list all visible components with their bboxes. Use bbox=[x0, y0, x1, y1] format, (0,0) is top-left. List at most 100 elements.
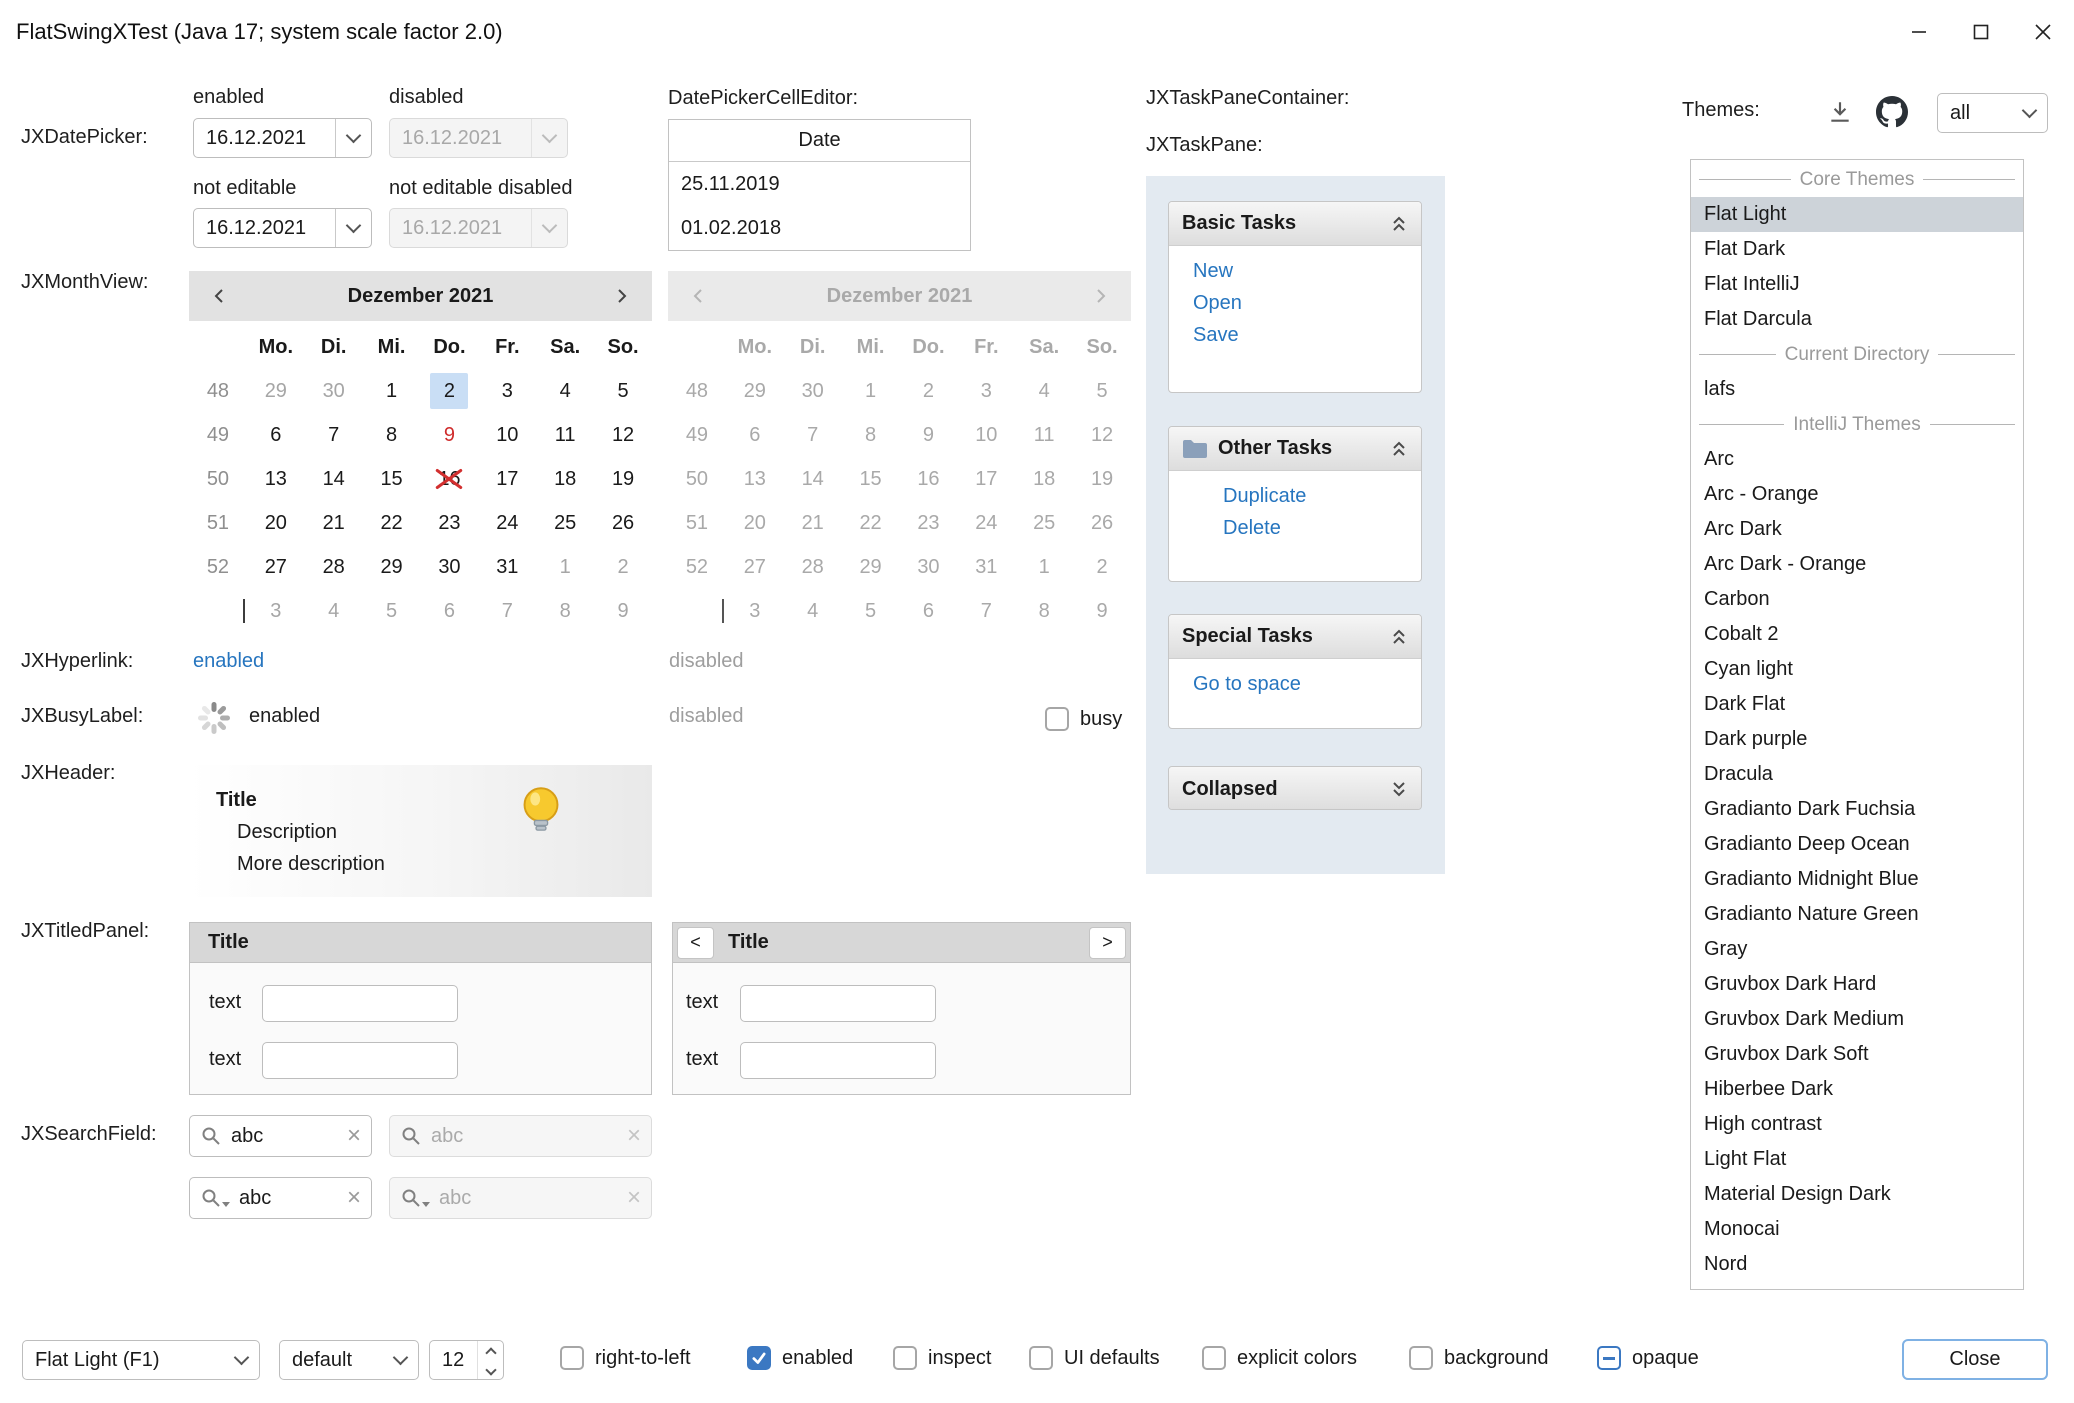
calendar-day[interactable]: 30 bbox=[421, 545, 479, 589]
calendar-day[interactable]: 13 bbox=[247, 457, 305, 501]
theme-list-item[interactable]: Gradianto Dark Fuchsia bbox=[1691, 792, 2023, 827]
calendar-day[interactable]: 8 bbox=[536, 589, 594, 633]
combo-dropdown-button[interactable] bbox=[2011, 94, 2047, 132]
theme-list-item[interactable]: Gruvbox Dark Medium bbox=[1691, 1002, 2023, 1037]
calendar-day[interactable]: 6 bbox=[247, 413, 305, 457]
calendar-day[interactable]: 14 bbox=[305, 457, 363, 501]
calendar-day[interactable]: 23 bbox=[421, 501, 479, 545]
text-input[interactable] bbox=[262, 985, 458, 1022]
calendar-day[interactable]: 1 bbox=[363, 369, 421, 413]
datepicker-enabled[interactable]: 16.12.2021 bbox=[193, 118, 372, 158]
calendar-day[interactable]: 15 bbox=[363, 457, 421, 501]
calendar-day[interactable]: 20 bbox=[247, 501, 305, 545]
taskpane-link[interactable]: Open bbox=[1193, 292, 1421, 315]
theme-list-item[interactable]: Gruvbox Dark Hard bbox=[1691, 967, 2023, 1002]
taskpane-header[interactable]: Special Tasks bbox=[1169, 615, 1421, 659]
calendar-day[interactable]: 4 bbox=[536, 369, 594, 413]
spinner-value[interactable]: 12 bbox=[430, 1341, 477, 1379]
taskpane-link[interactable]: New bbox=[1193, 260, 1421, 283]
calendar-day[interactable]: 28 bbox=[305, 545, 363, 589]
theme-list-item[interactable]: High contrast bbox=[1691, 1107, 2023, 1142]
maximize-button[interactable] bbox=[1950, 0, 2012, 63]
taskpane-header[interactable]: Collapsed bbox=[1169, 767, 1421, 810]
checkbox-explicit-colors[interactable]: explicit colors bbox=[1202, 1346, 1357, 1370]
text-input[interactable] bbox=[740, 985, 936, 1022]
theme-list-item[interactable]: Carbon bbox=[1691, 582, 2023, 617]
combo-dropdown-button[interactable] bbox=[382, 1341, 418, 1379]
themes-filter-combo[interactable]: all bbox=[1937, 93, 2048, 133]
combo-dropdown-button[interactable] bbox=[223, 1341, 259, 1379]
calendar-day[interactable]: 19 bbox=[594, 457, 652, 501]
calendar-day[interactable]: 9 bbox=[594, 589, 652, 633]
calendar-day[interactable]: 18 bbox=[536, 457, 594, 501]
theme-list-item[interactable]: Gruvbox Dark Soft bbox=[1691, 1037, 2023, 1072]
checkbox-box[interactable] bbox=[1029, 1346, 1053, 1370]
calendar-day[interactable]: 3 bbox=[478, 369, 536, 413]
checkbox-box[interactable] bbox=[1202, 1346, 1226, 1370]
theme-list-item[interactable]: Cobalt 2 bbox=[1691, 617, 2023, 652]
theme-list-item[interactable]: Gray bbox=[1691, 932, 2023, 967]
theme-list-item[interactable]: Flat Dark bbox=[1691, 232, 2023, 267]
theme-list-item[interactable]: Nord bbox=[1691, 1247, 2023, 1282]
minimize-button[interactable] bbox=[1888, 0, 1950, 63]
theme-list-item[interactable]: Gradianto Midnight Blue bbox=[1691, 862, 2023, 897]
close-window-button[interactable] bbox=[2012, 0, 2074, 63]
calendar-day[interactable]: 7 bbox=[478, 589, 536, 633]
spinner-down-button[interactable] bbox=[478, 1360, 503, 1379]
prev-month-button[interactable] bbox=[203, 279, 237, 313]
download-themes-button[interactable] bbox=[1824, 96, 1856, 128]
datepicker-dropdown-button[interactable] bbox=[335, 119, 371, 157]
datepicker-dropdown-button[interactable] bbox=[335, 209, 371, 247]
theme-list-item[interactable]: Dracula bbox=[1691, 757, 2023, 792]
search-field-2[interactable]: abc× bbox=[189, 1177, 372, 1219]
taskpane-link[interactable]: Go to space bbox=[1193, 673, 1421, 696]
theme-list-item[interactable]: Arc - Orange bbox=[1691, 477, 2023, 512]
checkbox-box[interactable] bbox=[560, 1346, 584, 1370]
theme-list-item[interactable]: Light Flat bbox=[1691, 1142, 2023, 1177]
theme-list-item[interactable]: Gradianto Nature Green bbox=[1691, 897, 2023, 932]
laf-combo[interactable]: Flat Light (F1) bbox=[22, 1340, 260, 1380]
calendar-day[interactable]: 2 bbox=[421, 369, 479, 413]
datepicker-value[interactable]: 16.12.2021 bbox=[194, 127, 335, 150]
taskpane-link[interactable]: Delete bbox=[1223, 517, 1421, 540]
theme-list-item[interactable]: Flat IntelliJ bbox=[1691, 267, 2023, 302]
checkbox-box[interactable] bbox=[1597, 1346, 1621, 1370]
table-row[interactable]: 25.11.2019 bbox=[669, 162, 970, 206]
taskpane-header[interactable]: Basic Tasks bbox=[1169, 202, 1421, 246]
spinner-up-button[interactable] bbox=[478, 1341, 503, 1360]
theme-list-item[interactable]: Arc Dark bbox=[1691, 512, 2023, 547]
clear-icon[interactable]: × bbox=[347, 1124, 361, 1148]
calendar-day[interactable]: 6 bbox=[421, 589, 479, 633]
theme-list-item[interactable]: Material Design Dark bbox=[1691, 1177, 2023, 1212]
calendar-day[interactable]: 26 bbox=[594, 501, 652, 545]
taskpane-link[interactable]: Save bbox=[1193, 324, 1421, 347]
calendar-day[interactable]: 2 bbox=[594, 545, 652, 589]
calendar-day[interactable]: 24 bbox=[478, 501, 536, 545]
calendar-day[interactable]: 7 bbox=[305, 413, 363, 457]
calendar-day[interactable]: 8 bbox=[363, 413, 421, 457]
theme-list-item[interactable]: Dark Flat bbox=[1691, 687, 2023, 722]
checkbox-busy[interactable]: busy bbox=[1045, 707, 1122, 731]
checkbox-box[interactable] bbox=[1409, 1346, 1433, 1370]
font-combo[interactable]: default bbox=[279, 1340, 419, 1380]
theme-list-item[interactable]: Arc bbox=[1691, 442, 2023, 477]
calendar-day[interactable]: 4 bbox=[305, 589, 363, 633]
panel-prev-button[interactable]: < bbox=[677, 927, 714, 959]
checkbox-enabled[interactable]: enabled bbox=[747, 1346, 853, 1370]
calendar-day[interactable]: 5 bbox=[594, 369, 652, 413]
calendar-day[interactable]: 9 bbox=[421, 413, 479, 457]
calendar-day[interactable]: 10 bbox=[478, 413, 536, 457]
calendar-day[interactable]: 16 bbox=[421, 457, 479, 501]
checkbox-ui-defaults[interactable]: UI defaults bbox=[1029, 1346, 1160, 1370]
calendar-day[interactable]: 12 bbox=[594, 413, 652, 457]
theme-list-item[interactable]: Flat Light bbox=[1691, 197, 2023, 232]
theme-list-item[interactable]: Gradianto Deep Ocean bbox=[1691, 827, 2023, 862]
font-size-spinner[interactable]: 12 bbox=[429, 1340, 504, 1380]
theme-list-item[interactable]: Flat Darcula bbox=[1691, 302, 2023, 337]
checkbox-right-to-left[interactable]: right-to-left bbox=[560, 1346, 691, 1370]
panel-next-button[interactable]: > bbox=[1089, 927, 1126, 959]
checkbox-box[interactable] bbox=[747, 1346, 771, 1370]
calendar-day[interactable]: 29 bbox=[247, 369, 305, 413]
checkbox-opaque[interactable]: opaque bbox=[1597, 1346, 1699, 1370]
calendar-day[interactable]: 29 bbox=[363, 545, 421, 589]
